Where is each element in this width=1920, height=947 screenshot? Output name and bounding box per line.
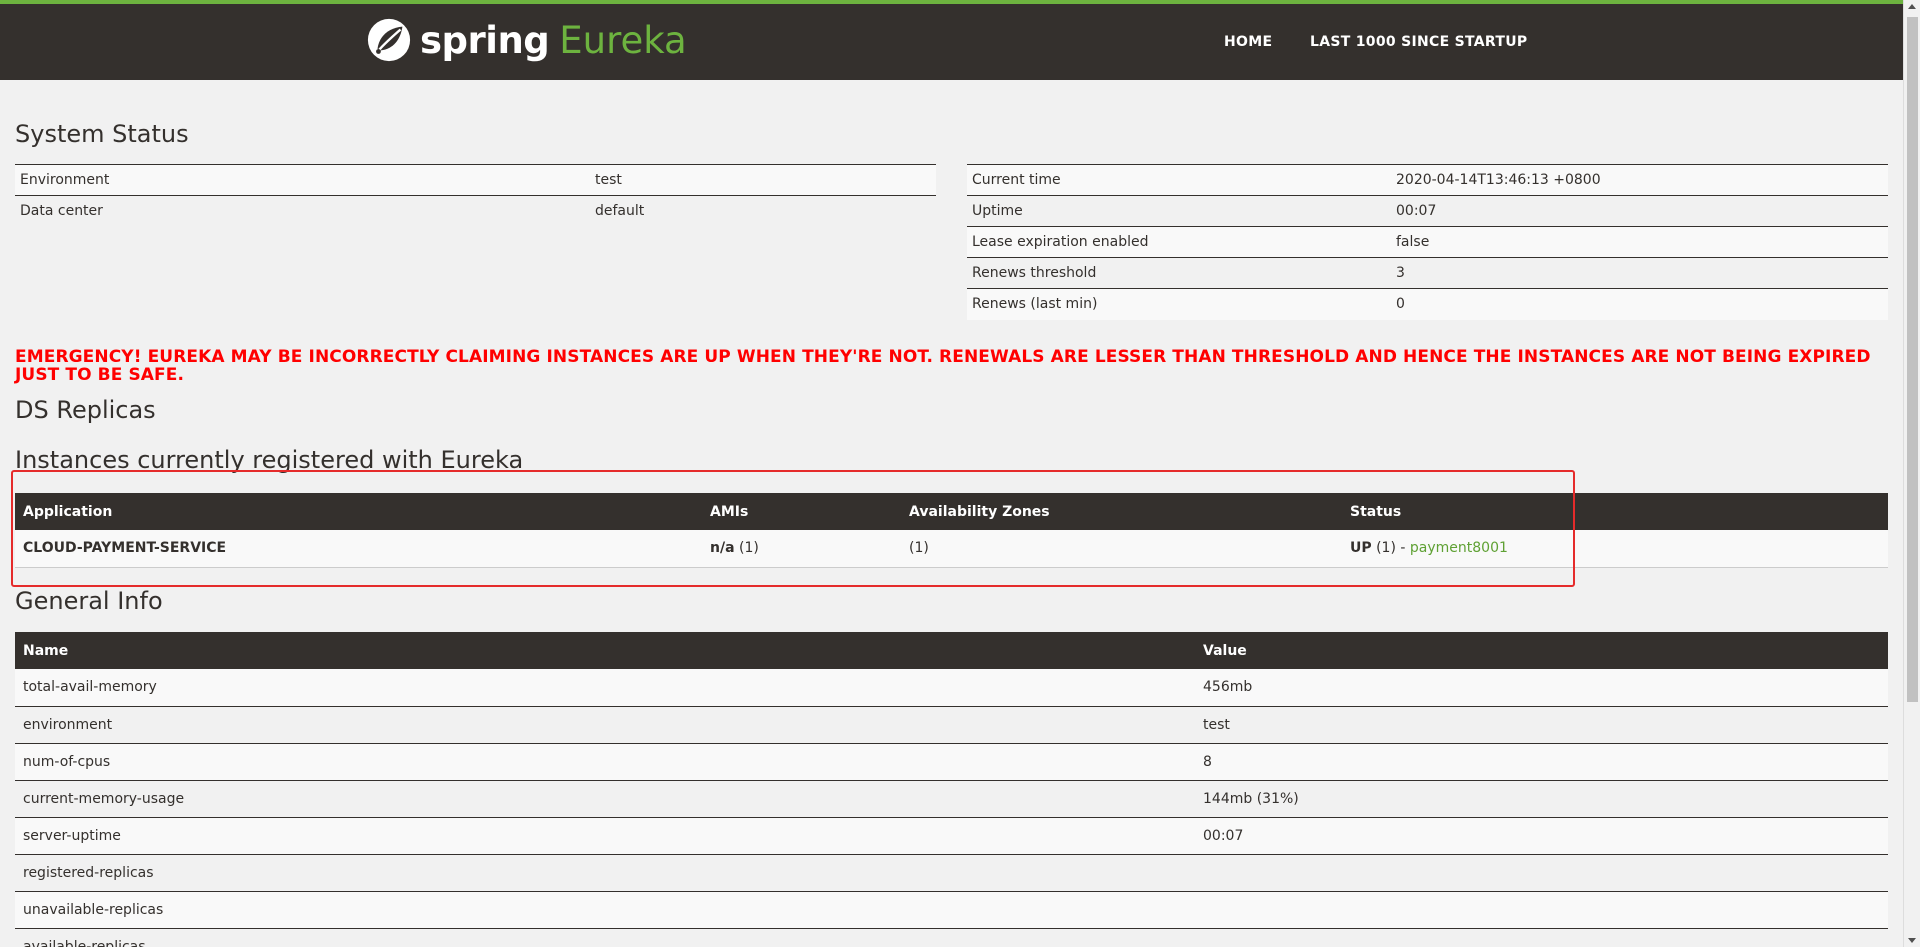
info-value: 144mb (31%) xyxy=(1195,780,1888,818)
scrollbar-thumb[interactable] xyxy=(1907,17,1918,702)
brand-spring: spring xyxy=(420,18,550,62)
table-row: registered-replicas xyxy=(15,854,1888,892)
info-name: total-avail-memory xyxy=(15,669,1195,707)
info-name: current-memory-usage xyxy=(15,780,1195,818)
status-key: Renews threshold xyxy=(967,257,1391,289)
nav-home[interactable]: HOME xyxy=(1224,34,1272,50)
status-key: Lease expiration enabled xyxy=(967,226,1391,258)
table-row: available-replicas xyxy=(15,928,1888,947)
table-row: environment test xyxy=(15,706,1888,744)
info-value xyxy=(1195,854,1888,892)
info-name: num-of-cpus xyxy=(15,743,1195,781)
info-value xyxy=(1195,928,1888,947)
vertical-scrollbar[interactable] xyxy=(1903,0,1920,947)
status-key: Uptime xyxy=(967,195,1391,227)
table-row: Renews (last min) 0 xyxy=(967,288,1888,320)
table-row: current-memory-usage 144mb (31%) xyxy=(15,780,1888,818)
status-value: 00:07 xyxy=(1391,195,1888,227)
ds-replicas-title: DS Replicas xyxy=(15,396,156,424)
status-key: Renews (last min) xyxy=(967,288,1391,320)
info-value: 456mb xyxy=(1195,669,1888,707)
status-key: Data center xyxy=(15,195,590,227)
spring-leaf-icon xyxy=(367,18,411,62)
scroll-up-arrow-icon[interactable] xyxy=(1908,4,1916,9)
info-name: server-uptime xyxy=(15,817,1195,855)
info-name: unavailable-replicas xyxy=(15,891,1195,929)
status-key: Current time xyxy=(967,164,1391,196)
info-value: 8 xyxy=(1195,743,1888,781)
status-value: test xyxy=(590,164,936,196)
highlight-annotation-box xyxy=(11,470,1575,587)
table-row: Uptime 00:07 xyxy=(967,195,1888,227)
status-value: 2020-04-14T13:46:13 +0800 xyxy=(1391,164,1888,196)
table-row: Current time 2020-04-14T13:46:13 +0800 xyxy=(967,164,1888,196)
nav-last-1000[interactable]: LAST 1000 SINCE STARTUP xyxy=(1310,34,1527,50)
info-value: 00:07 xyxy=(1195,817,1888,855)
scroll-down-arrow-icon[interactable] xyxy=(1908,938,1916,943)
table-row: Data center default xyxy=(15,195,936,227)
general-info-title: General Info xyxy=(15,587,163,615)
info-value xyxy=(1195,891,1888,929)
table-row: total-avail-memory 456mb xyxy=(15,669,1888,707)
status-key: Environment xyxy=(15,164,590,196)
status-value: 3 xyxy=(1391,257,1888,289)
col-value: Value xyxy=(1195,632,1888,669)
brand-eureka: Eureka xyxy=(559,18,687,62)
col-name: Name xyxy=(15,632,1195,669)
status-value: false xyxy=(1391,226,1888,258)
general-info-table: Name Value total-avail-memory 456mb envir… xyxy=(15,632,1888,947)
table-row: Lease expiration enabled false xyxy=(967,226,1888,258)
table-row: Renews threshold 3 xyxy=(967,257,1888,289)
emergency-warning: EMERGENCY! EUREKA MAY BE INCORRECTLY CLA… xyxy=(15,347,1871,385)
status-value: default xyxy=(590,195,936,227)
info-value: test xyxy=(1195,706,1888,744)
status-value: 0 xyxy=(1391,288,1888,320)
top-navbar: spring Eureka HOME LAST 1000 SINCE START… xyxy=(0,0,1903,80)
table-header-row: Name Value xyxy=(15,632,1888,669)
info-name: registered-replicas xyxy=(15,854,1195,892)
info-name: environment xyxy=(15,706,1195,744)
table-row: Environment test xyxy=(15,164,936,196)
spring-eureka-logo[interactable]: spring Eureka xyxy=(366,16,687,64)
table-row: server-uptime 00:07 xyxy=(15,817,1888,855)
table-row: unavailable-replicas xyxy=(15,891,1888,929)
system-status-right-table: Current time 2020-04-14T13:46:13 +0800 U… xyxy=(967,164,1888,320)
info-name: available-replicas xyxy=(15,928,1195,947)
table-row: num-of-cpus 8 xyxy=(15,743,1888,781)
system-status-title: System Status xyxy=(15,120,189,148)
system-status-left-table: Environment test Data center default xyxy=(15,164,936,227)
